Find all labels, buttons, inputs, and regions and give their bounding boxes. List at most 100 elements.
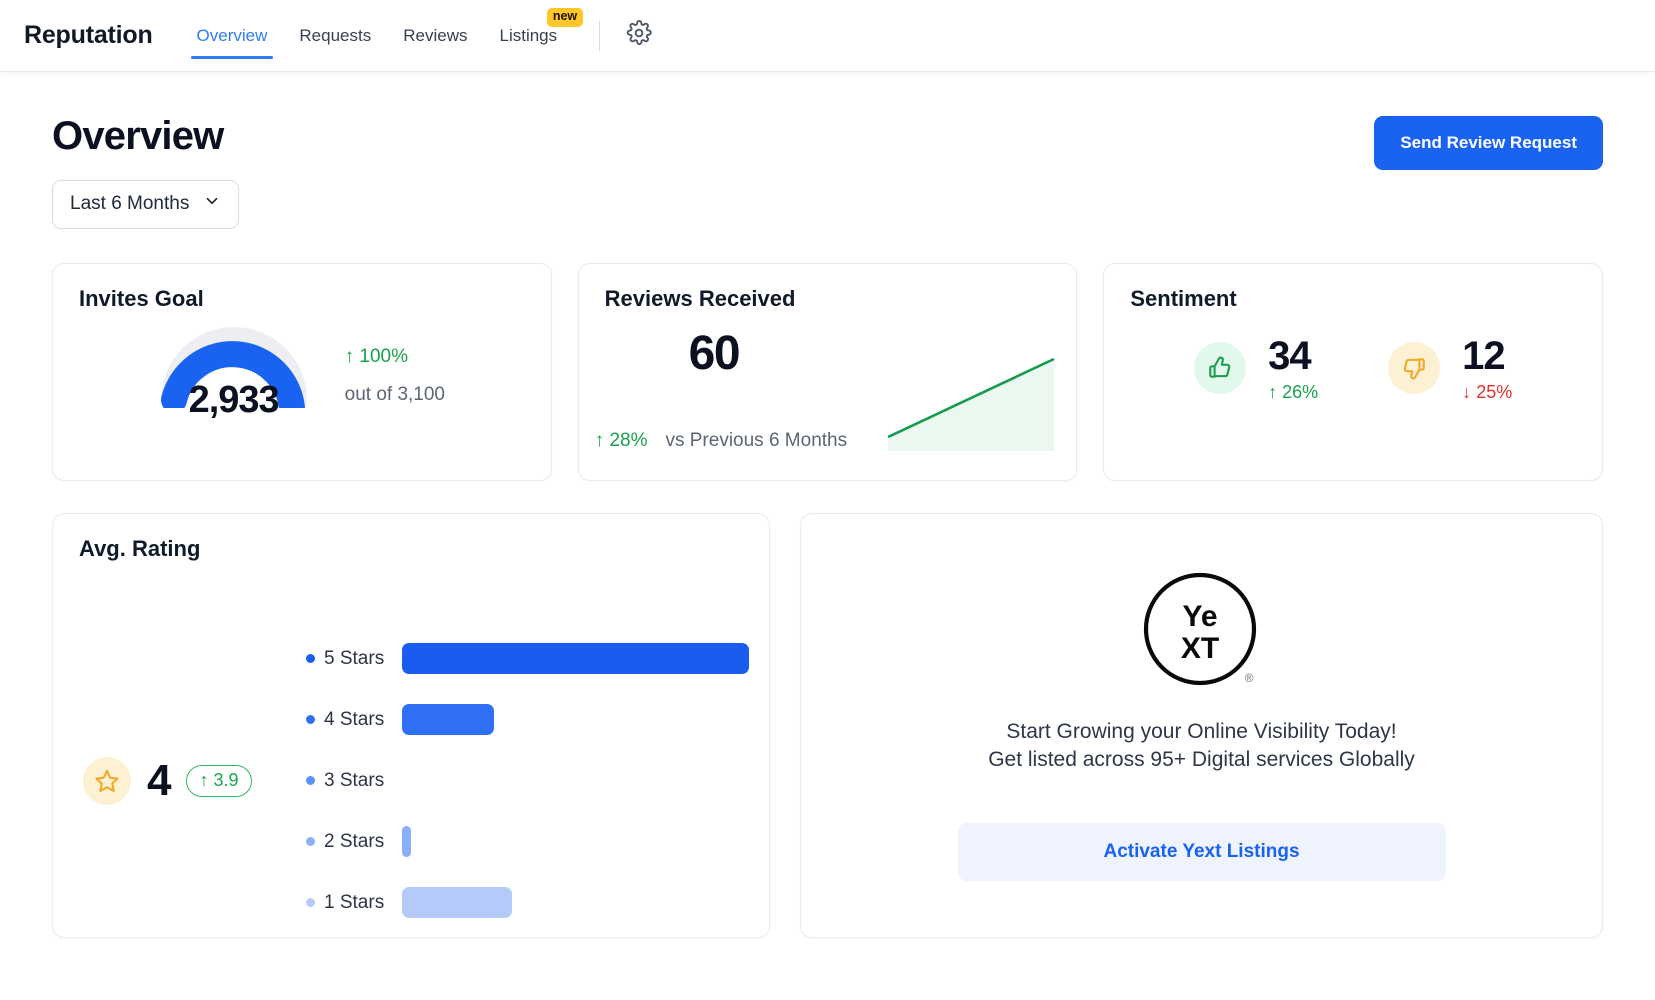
invites-goal-title: Invites Goal	[79, 286, 204, 311]
nav-divider	[599, 20, 601, 51]
avg-rating-trend-chip: ↑ 3.9	[186, 764, 252, 797]
date-range-select[interactable]: Last 6 Months	[52, 180, 240, 229]
yext-promo-card: Ye XT ® Start Growing your Online Visibi…	[800, 513, 1603, 938]
legend-dot	[306, 715, 315, 724]
page-title: Overview	[52, 114, 224, 158]
yext-logo-icon: Ye XT ®	[1143, 572, 1261, 690]
lower-cards-row: Avg. Rating 4 ↑ 3.9 5 Stars 4 Stars 3 St…	[52, 513, 1603, 938]
thumbs-up-icon	[1194, 342, 1247, 394]
chevron-down-icon	[203, 192, 221, 216]
reviews-received-delta-value: 28%	[609, 430, 648, 451]
yext-subline: Get listed across 95+ Digital services G…	[988, 747, 1415, 771]
reviews-received-value: 60	[688, 327, 741, 380]
avg-rating-card: Avg. Rating 4 ↑ 3.9 5 Stars 4 Stars 3 St…	[52, 513, 770, 938]
tab-listings[interactable]: Listings new	[483, 0, 584, 71]
invites-goal-body: 2,933 ↑ 100% out of 3,100	[53, 322, 551, 421]
tab-requests[interactable]: Requests	[283, 0, 387, 71]
yext-headline: Start Growing your Online Visibility Tod…	[1006, 720, 1397, 743]
reviews-received-comparison: vs Previous 6 Months	[665, 430, 848, 451]
sentiment-title: Sentiment	[1130, 286, 1237, 311]
bar-row: 3 Stars	[306, 765, 749, 796]
page-header-left: Overview Last 6 Months	[52, 114, 240, 229]
legend-dot	[306, 776, 315, 785]
bar-4-stars	[402, 704, 494, 735]
send-review-request-button[interactable]: Send Review Request	[1374, 116, 1603, 170]
sentiment-positive-delta: ↑ 26%	[1268, 382, 1318, 403]
star-icon	[83, 756, 131, 805]
yext-promo-copy: Start Growing your Online Visibility Tod…	[988, 718, 1415, 773]
tab-requests-label: Requests	[299, 25, 372, 45]
sentiment-positive-stats: 34 ↑ 26%	[1268, 334, 1318, 403]
sentiment-negative-stats: 12 ↓ 25%	[1462, 334, 1512, 403]
top-navigation-bar: Reputation Overview Requests Reviews Lis…	[0, 0, 1655, 72]
tab-listings-label: Listings	[499, 25, 558, 45]
tab-overview[interactable]: Overview	[181, 0, 284, 71]
activate-yext-listings-button[interactable]: Activate Yext Listings	[957, 823, 1446, 882]
yext-promo-body: Ye XT ® Start Growing your Online Visibi…	[801, 514, 1602, 937]
arrow-down-icon: ↓	[1462, 382, 1472, 402]
reviews-received-delta: ↑ 28%	[595, 430, 648, 452]
main-nav: Overview Requests Reviews Listings new	[181, 0, 584, 71]
invites-goal-card: Invites Goal 2,933 ↑ 100% out of 3,100	[52, 263, 552, 481]
bar-row: 1 Stars	[306, 887, 749, 918]
legend-dot	[306, 898, 315, 907]
legend-dot	[306, 837, 315, 846]
bar-row: 2 Stars	[306, 826, 749, 857]
svg-text:XT: XT	[1180, 632, 1218, 665]
bar-label: 2 Stars	[306, 831, 402, 853]
invites-goal-stats: ↑ 100% out of 3,100	[345, 322, 445, 406]
invites-goal-percent-value: 100%	[359, 346, 409, 367]
avg-rating-value: 4	[147, 755, 172, 805]
kpi-cards-row: Invites Goal 2,933 ↑ 100% out of 3,100 R…	[52, 263, 1604, 481]
tab-overview-label: Overview	[196, 25, 268, 45]
bar-5-stars	[402, 643, 749, 674]
reviews-received-title: Reviews Received	[604, 286, 796, 311]
bar-label: 3 Stars	[306, 770, 402, 792]
reviews-received-footer: ↑ 28% vs Previous 6 Months	[595, 430, 847, 452]
tab-reviews-label: Reviews	[403, 25, 468, 45]
sentiment-card: Sentiment 34 ↑ 26% 12 ↓ 25%	[1103, 263, 1604, 481]
invites-goal-value: 2,933	[188, 379, 280, 421]
new-badge: new	[546, 8, 584, 27]
invites-goal-gauge: 2,933	[159, 322, 309, 421]
reviews-received-sparkline	[887, 351, 1058, 451]
bar-category: 2 Stars	[324, 830, 385, 852]
avg-rating-body: 4 ↑ 3.9 5 Stars 4 Stars 3 Stars 2 Stars …	[53, 562, 769, 985]
sentiment-body: 34 ↑ 26% 12 ↓ 25%	[1104, 334, 1602, 403]
rating-distribution-chart: 5 Stars 4 Stars 3 Stars 2 Stars 1 Stars	[306, 643, 769, 918]
arrow-up-icon: ↑	[199, 769, 209, 790]
page-header: Overview Last 6 Months Send Review Reque…	[52, 116, 1603, 229]
bar-category: 4 Stars	[324, 708, 385, 730]
arrow-up-icon: ↑	[1268, 382, 1278, 402]
date-range-value: Last 6 Months	[70, 193, 190, 214]
arrow-up-icon: ↑	[594, 430, 605, 451]
avg-rating-summary: 4 ↑ 3.9	[53, 756, 306, 806]
reviews-received-body: Reviews Received 60 ↑ 28% vs Previous 6 …	[579, 264, 1077, 480]
bar-category: 3 Stars	[324, 769, 385, 791]
reviews-received-card: Reviews Received 60 ↑ 28% vs Previous 6 …	[577, 263, 1078, 481]
bar-1-stars	[402, 887, 512, 918]
page-content: Overview Last 6 Months Send Review Reque…	[0, 72, 1655, 938]
bar-row: 4 Stars	[306, 704, 749, 735]
avg-rating-title: Avg. Rating	[79, 536, 201, 561]
settings-button[interactable]	[622, 19, 656, 53]
sentiment-positive-delta-value: 26%	[1282, 382, 1319, 402]
bar-row: 5 Stars	[306, 643, 749, 674]
sentiment-positive-value: 34	[1268, 334, 1312, 378]
bar-category: 1 Stars	[324, 891, 385, 913]
sentiment-negative-value: 12	[1462, 334, 1506, 378]
avg-rating-chip-value: 3.9	[213, 769, 239, 790]
sentiment-negative: 12 ↓ 25%	[1388, 334, 1512, 403]
bar-label: 5 Stars	[306, 648, 402, 670]
legend-dot	[306, 654, 315, 663]
invites-goal-target: out of 3,100	[344, 384, 446, 405]
sentiment-positive: 34 ↑ 26%	[1194, 334, 1318, 403]
arrow-up-icon: ↑	[344, 346, 355, 367]
bar-label: 1 Stars	[306, 892, 402, 914]
tab-reviews[interactable]: Reviews	[387, 0, 483, 71]
bar-label: 4 Stars	[306, 709, 402, 731]
svg-text:®: ®	[1244, 671, 1253, 685]
invites-goal-percent: ↑ 100%	[345, 346, 445, 368]
sentiment-negative-delta-value: 25%	[1476, 382, 1513, 402]
bar-2-stars	[402, 826, 411, 857]
